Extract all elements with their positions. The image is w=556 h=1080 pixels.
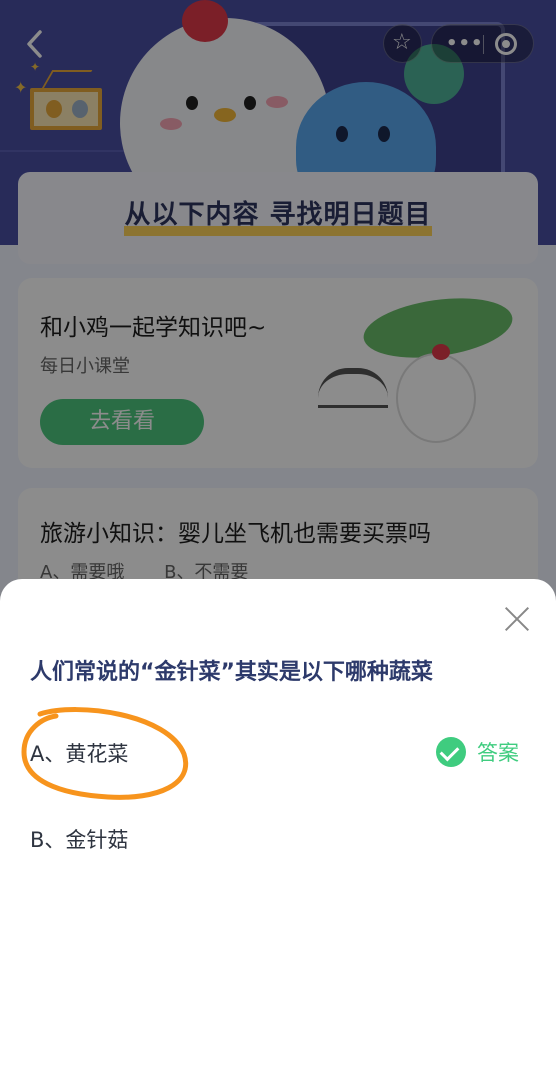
check-circle-icon [436, 737, 466, 767]
hand-drawn-circle-annotation [21, 707, 189, 800]
option-b[interactable]: B、金针菇 [30, 824, 128, 854]
answer-badge: 答案 [436, 736, 519, 768]
close-icon[interactable] [503, 605, 531, 633]
question-text: 人们常说的“金针菜”其实是以下哪种蔬菜 [30, 660, 433, 685]
answer-label: 答案 [477, 741, 519, 765]
